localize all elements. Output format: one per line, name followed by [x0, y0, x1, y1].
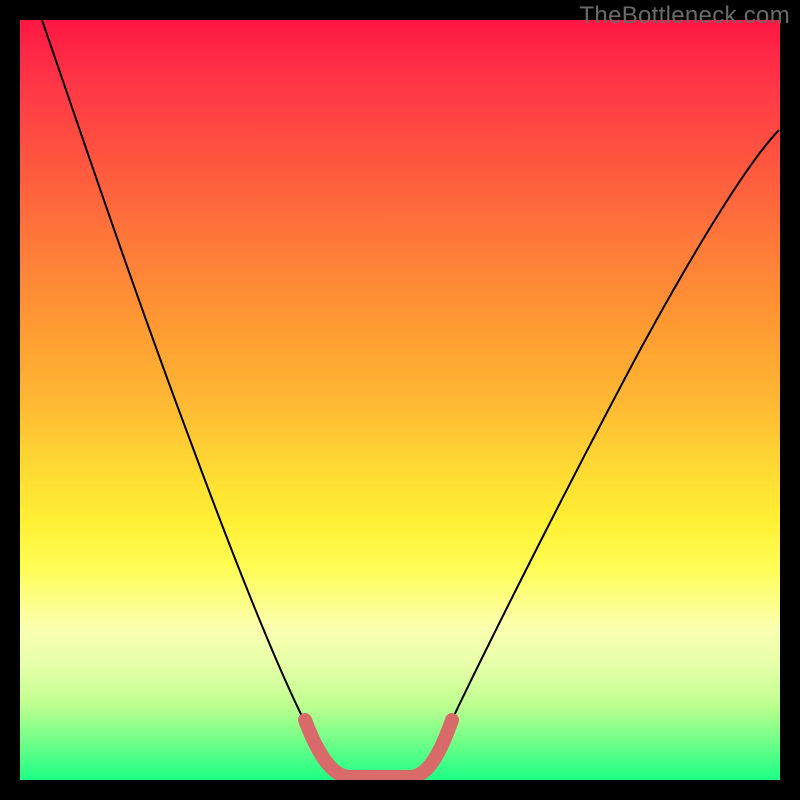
- plot-area: [20, 20, 780, 780]
- chart-frame: TheBottleneck.com: [0, 0, 800, 800]
- bottleneck-curve: [42, 20, 779, 777]
- curve-layer: [20, 20, 780, 780]
- watermark-text: TheBottleneck.com: [579, 2, 790, 30]
- highlight-region: [305, 720, 452, 777]
